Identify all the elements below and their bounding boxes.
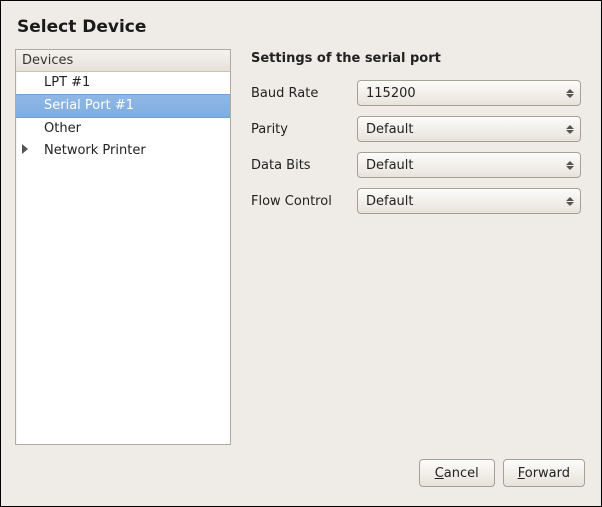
- data-bits-value: Default: [366, 158, 414, 173]
- devices-tree-header: Devices: [16, 50, 230, 72]
- parity-combobox[interactable]: Default: [357, 116, 581, 142]
- dialog-title: Select Device: [17, 17, 587, 37]
- cancel-rest: ancel: [444, 466, 479, 481]
- baud-rate-combobox[interactable]: 115200: [357, 80, 581, 106]
- parity-label: Parity: [251, 122, 349, 137]
- settings-heading: Settings of the serial port: [251, 51, 587, 66]
- devices-tree[interactable]: Devices LPT #1 Serial Port #1 Other Netw…: [15, 49, 231, 445]
- flow-control-combobox[interactable]: Default: [357, 188, 581, 214]
- spin-icon: [566, 161, 574, 170]
- data-bits-label: Data Bits: [251, 158, 349, 173]
- device-item-network-printer[interactable]: Network Printer: [16, 140, 230, 162]
- parity-value: Default: [366, 122, 414, 137]
- device-item-label: Network Printer: [44, 143, 146, 158]
- forward-mnemonic: F: [518, 466, 525, 481]
- flow-control-value: Default: [366, 194, 414, 209]
- spin-icon: [566, 125, 574, 134]
- forward-rest: orward: [525, 466, 570, 481]
- device-item-other[interactable]: Other: [16, 118, 230, 140]
- device-item-label: Serial Port #1: [44, 98, 134, 113]
- expand-icon[interactable]: [22, 144, 28, 154]
- devices-tree-body: LPT #1 Serial Port #1 Other Network Prin…: [16, 72, 230, 162]
- dialog-window: Select Device Devices LPT #1 Serial Port…: [1, 1, 601, 499]
- data-bits-combobox[interactable]: Default: [357, 152, 581, 178]
- flow-control-label: Flow Control: [251, 194, 349, 209]
- device-item-lpt1[interactable]: LPT #1: [16, 72, 230, 94]
- dialog-button-row: Cancel Forward: [15, 459, 587, 487]
- baud-rate-label: Baud Rate: [251, 86, 349, 101]
- baud-rate-value: 115200: [366, 86, 416, 101]
- settings-grid: Baud Rate 115200 Parity Default Data Bit…: [251, 80, 581, 214]
- device-item-label: Other: [44, 121, 81, 136]
- settings-panel: Settings of the serial port Baud Rate 11…: [251, 49, 587, 445]
- cancel-mnemonic: C: [435, 466, 444, 481]
- forward-button[interactable]: Forward: [503, 459, 585, 487]
- device-item-serial-port-1[interactable]: Serial Port #1: [16, 94, 230, 118]
- spin-icon: [566, 197, 574, 206]
- device-item-label: LPT #1: [44, 75, 90, 90]
- cancel-button[interactable]: Cancel: [419, 459, 495, 487]
- spin-icon: [566, 89, 574, 98]
- content-area: Devices LPT #1 Serial Port #1 Other Netw…: [15, 49, 587, 445]
